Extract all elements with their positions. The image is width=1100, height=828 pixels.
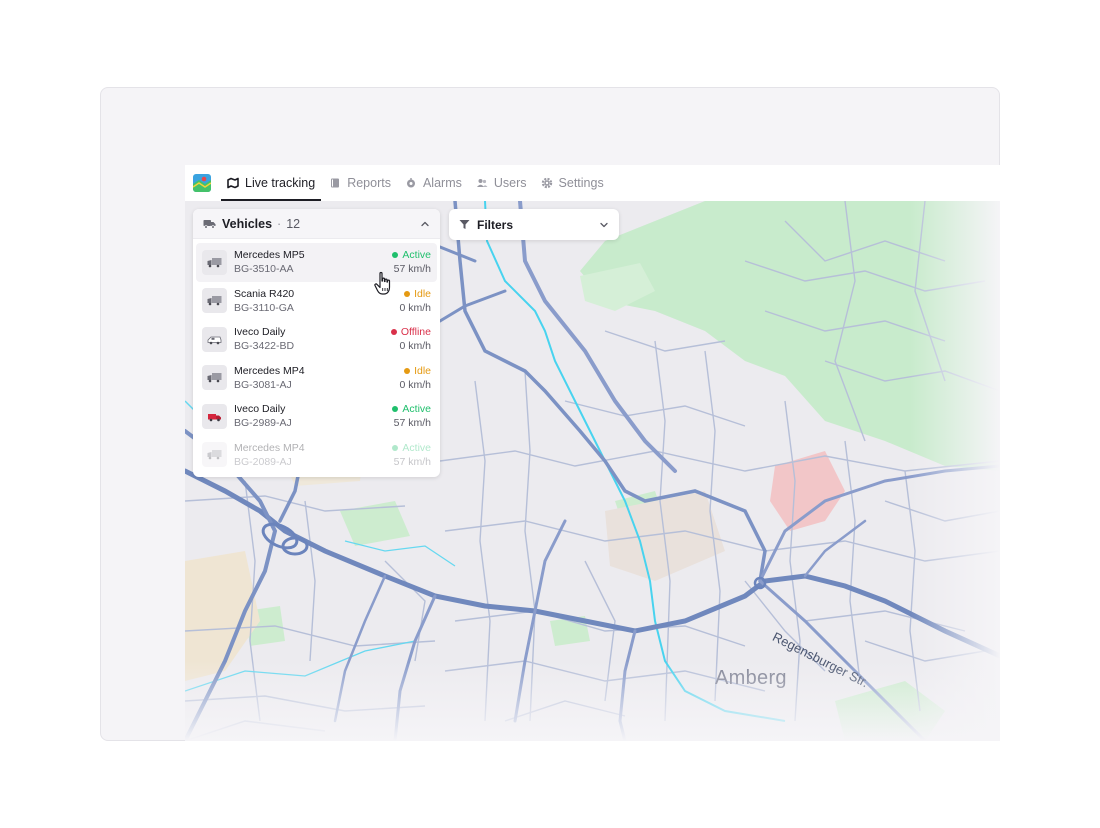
status-label: Idle: [414, 287, 431, 300]
vehicle-thumbnail: [202, 442, 227, 468]
park-area: [835, 681, 945, 741]
vehicle-name: Scania R420: [234, 287, 295, 300]
vehicles-count: 12: [286, 216, 301, 231]
status-dot: [392, 406, 399, 413]
vehicle-thumbnail: [202, 326, 227, 352]
tab-label: Live tracking: [245, 176, 316, 190]
vehicle-plate: BG-3081-AJ: [234, 378, 292, 391]
app-logo-icon[interactable]: [193, 174, 211, 192]
status-dot: [392, 252, 399, 259]
alarm-icon: [406, 178, 415, 188]
status-dot: [404, 367, 411, 374]
vehicle-name: Iveco Daily: [234, 403, 286, 416]
tab-settings[interactable]: Settings: [535, 165, 610, 201]
hand-cursor-icon: [374, 271, 391, 295]
book-icon: [331, 178, 340, 188]
status-label: Active: [402, 249, 431, 262]
truck-icon: [207, 296, 222, 306]
status-label: Offline: [400, 326, 431, 339]
industrial-area: [770, 451, 845, 531]
vehicle-speed: 0 km/h: [399, 378, 431, 391]
tab-users[interactable]: Users: [470, 165, 533, 201]
truck-icon: [207, 373, 222, 383]
vehicle-row[interactable]: Mercedes MP5 BG-3510-AA Active 57 km/h: [196, 243, 437, 282]
status-dot: [390, 329, 397, 336]
map-view[interactable]: Amberg Regensburger Str. Vehicles · 12 M…: [185, 201, 1000, 741]
top-nav-bar: Live tracking Reports Alarms Users Setti…: [185, 165, 1000, 201]
status-badge: Idle: [404, 365, 431, 377]
landuse-area: [185, 551, 260, 681]
chevron-down-icon: [600, 222, 608, 227]
filters-dropdown[interactable]: Filters: [449, 209, 619, 240]
status-badge: Offline: [390, 326, 431, 339]
vehicle-plate: BG-2089-AJ: [234, 455, 292, 468]
status-badge: Active: [392, 403, 431, 415]
tab-reports[interactable]: Reports: [323, 165, 397, 201]
vehicle-thumbnail: [202, 403, 227, 429]
vehicle-speed: 57 km/h: [393, 455, 431, 468]
vehicle-speed: 0 km/h: [399, 301, 431, 314]
vehicle-name: Mercedes MP4: [234, 441, 305, 454]
filter-icon: [459, 220, 470, 229]
vehicle-plate: BG-3510-AA: [234, 263, 294, 276]
map-icon: [227, 177, 239, 189]
vehicle-thumbnail: [202, 365, 227, 391]
status-badge: Active: [392, 249, 431, 261]
vehicle-speed: 57 km/h: [393, 417, 431, 430]
vehicle-row[interactable]: Scania R420 BG-3110-GA Idle 0 km/h: [196, 282, 437, 321]
vehicle-plate: BG-3110-GA: [234, 301, 294, 314]
vehicle-row[interactable]: Iveco Daily BG-2989-AJ Active 57 km/h: [196, 397, 437, 436]
vehicle-thumbnail: [202, 288, 227, 314]
app-window: Live tracking Reports Alarms Users Setti…: [185, 165, 1000, 741]
gear-icon: [541, 177, 552, 189]
tab-alarms[interactable]: Alarms: [399, 165, 468, 201]
vehicle-row[interactable]: Mercedes MP4 BG-2089-AJ Active 57 km/h: [196, 436, 437, 475]
vehicles-panel: Vehicles · 12 Mercedes MP5 BG-3510-AA Ac…: [193, 209, 440, 477]
tab-label: Settings: [558, 176, 604, 190]
vehicle-speed: 57 km/h: [393, 263, 431, 276]
filters-label: Filters: [477, 217, 514, 232]
van-icon: [207, 336, 222, 345]
truck-icon: [203, 220, 216, 229]
vehicle-name: Iveco Daily: [234, 326, 286, 339]
forest-area: [580, 201, 1000, 471]
tab-live-tracking[interactable]: Live tracking: [221, 165, 322, 201]
vehicle-name: Mercedes MP5: [234, 249, 305, 262]
status-label: Idle: [414, 364, 431, 377]
vehicle-row[interactable]: Iveco Daily BG-3422-BD Offline 0 km/h: [196, 320, 437, 359]
truck-icon: [207, 257, 222, 268]
vehicle-row[interactable]: Mercedes MP4 BG-3081-AJ Idle 0 km/h: [196, 359, 437, 398]
vehicle-plate: BG-2989-AJ: [234, 417, 292, 430]
city-label: Amberg: [715, 667, 787, 689]
vehicles-panel-header[interactable]: Vehicles · 12: [193, 209, 440, 239]
status-dot: [404, 290, 411, 297]
vehicle-thumbnail: [202, 249, 227, 275]
vehicle-plate: BG-3422-BD: [234, 340, 295, 353]
separator: ·: [277, 216, 282, 231]
vehicle-list: Mercedes MP5 BG-3510-AA Active 57 km/h S…: [193, 239, 440, 474]
vehicle-speed: 0 km/h: [399, 340, 431, 353]
status-label: Active: [402, 403, 431, 416]
users-icon: [476, 179, 488, 187]
vehicle-name: Mercedes MP4: [234, 364, 305, 377]
status-badge: Active: [392, 442, 431, 454]
red-van-icon: [208, 413, 221, 422]
status-badge: Idle: [404, 288, 431, 300]
vehicles-title: Vehicles: [222, 216, 273, 231]
status-label: Active: [402, 441, 431, 454]
tab-label: Reports: [347, 176, 391, 190]
tab-label: Alarms: [422, 176, 462, 190]
truck-icon: [207, 450, 222, 460]
chevron-up-icon[interactable]: [420, 219, 430, 229]
status-dot: [392, 444, 399, 451]
tab-label: Users: [493, 176, 527, 190]
